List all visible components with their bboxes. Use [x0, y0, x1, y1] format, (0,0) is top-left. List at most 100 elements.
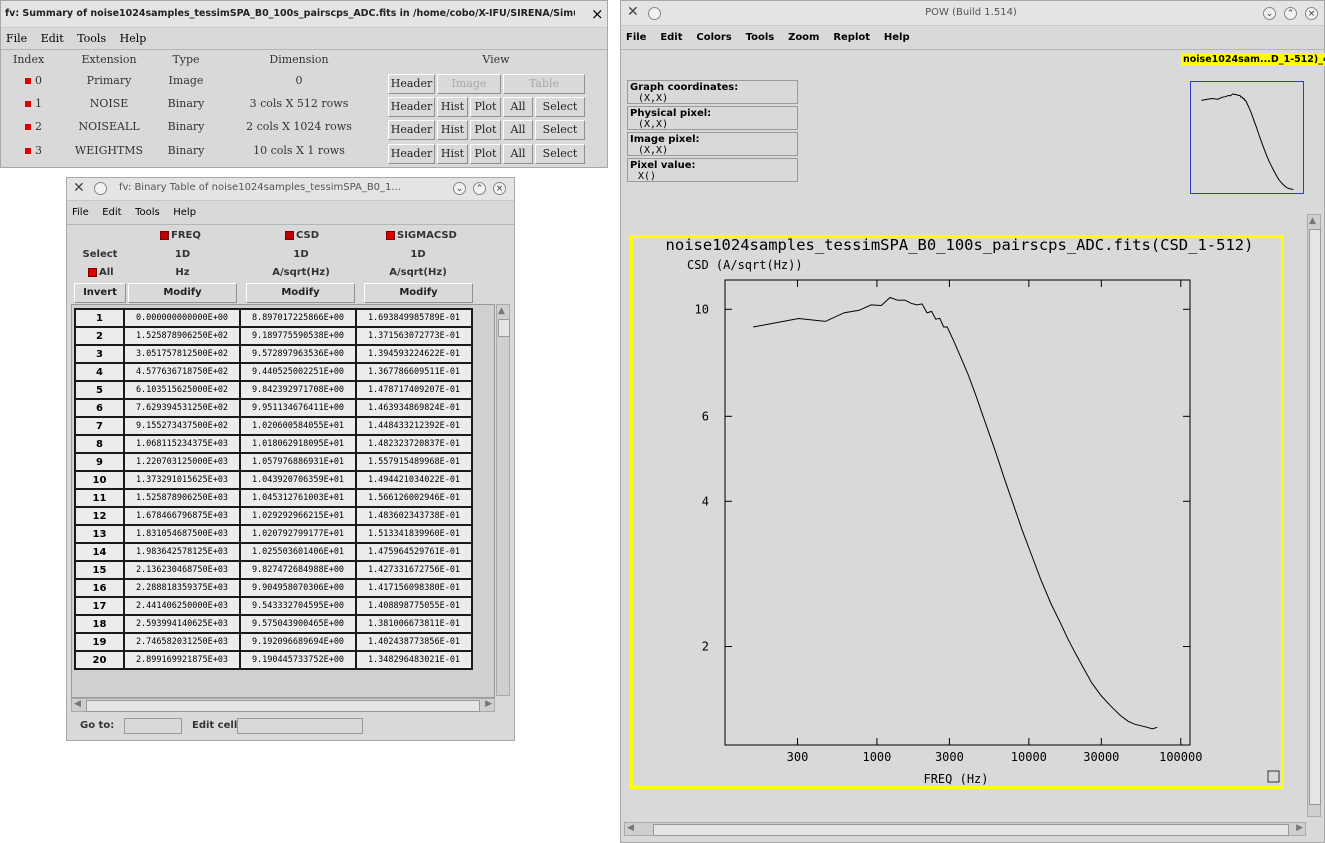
editcell-input[interactable] — [237, 718, 363, 734]
table-cell[interactable]: 1.043920706359E+01 — [239, 470, 357, 490]
close-icon[interactable]: × — [493, 182, 506, 195]
table-cell[interactable]: 1.371563072773E-01 — [355, 326, 473, 346]
menu-colors[interactable]: Colors — [691, 29, 736, 43]
pow-horizontal-scrollbar[interactable]: ◀ ▶ — [624, 822, 1306, 836]
csd-plot[interactable]: noise1024samples_tessimSPA_B0_100s_pairs… — [630, 233, 1285, 790]
row-2-select-button[interactable]: Select — [535, 120, 585, 140]
table-cell[interactable]: 1.475964529761E-01 — [355, 542, 473, 562]
close-icon[interactable]: × — [591, 5, 604, 23]
scrollbar-thumb[interactable] — [653, 824, 1289, 836]
table-cell[interactable]: 1.373291015625E+03 — [123, 470, 241, 490]
table-cell[interactable]: 6.103515625000E+02 — [123, 380, 241, 400]
table-cell[interactable]: 2.136230468750E+03 — [123, 560, 241, 580]
table-cell[interactable]: 9.575043900465E+00 — [239, 614, 357, 634]
table-cell[interactable]: 1.463934869824E-01 — [355, 398, 473, 418]
table-cell[interactable]: 1.025503601406E+01 — [239, 542, 357, 562]
menu-file[interactable]: File — [67, 204, 94, 218]
column-freq-checkbox[interactable]: FREQ — [160, 230, 210, 241]
close-icon[interactable]: × — [1305, 7, 1318, 20]
menu-help[interactable]: Help — [168, 204, 201, 218]
row-1-header-button[interactable]: Header — [388, 97, 435, 117]
table-cell[interactable]: 7.629394531250E+02 — [123, 398, 241, 418]
table-cell[interactable]: 1.525878906250E+02 — [123, 326, 241, 346]
table-cell[interactable]: 2.899169921875E+03 — [123, 650, 241, 670]
modify-sigmacsd-button[interactable]: Modify — [364, 283, 473, 303]
row-1-all-button[interactable]: All — [503, 97, 533, 117]
table-cell[interactable]: 1.068115234375E+03 — [123, 434, 241, 454]
table-cell[interactable]: 2.593994140625E+03 — [123, 614, 241, 634]
table-cell[interactable]: 1.408898775055E-01 — [355, 596, 473, 616]
row-0-index[interactable]: 0 — [25, 74, 55, 87]
scrollbar-thumb[interactable] — [1309, 229, 1321, 805]
table-cell[interactable]: 1.448433212392E-01 — [355, 416, 473, 436]
menu-file[interactable]: File — [1, 29, 32, 45]
table-cell[interactable]: 1.220703125000E+03 — [123, 452, 241, 472]
table-cell[interactable]: 1.513341839960E-01 — [355, 524, 473, 544]
row-1-hist-button[interactable]: Hist — [437, 97, 468, 117]
modify-freq-button[interactable]: Modify — [128, 283, 237, 303]
table-cell[interactable]: 1.394593224622E-01 — [355, 344, 473, 364]
row-2-plot-button[interactable]: Plot — [470, 120, 501, 140]
horizontal-scrollbar[interactable]: ◀ ▶ — [71, 698, 495, 712]
table-cell[interactable]: 1.417156098380E-01 — [355, 578, 473, 598]
table-cell[interactable]: 9.192096689694E+00 — [239, 632, 357, 652]
table-cell[interactable]: 1.018062918095E+01 — [239, 434, 357, 454]
maximize-icon[interactable]: ⌃ — [473, 182, 486, 195]
table-cell[interactable]: 1.045312761003E+01 — [239, 488, 357, 508]
menu-edit[interactable]: Edit — [36, 29, 69, 45]
graph-tag[interactable]: noise1024sam...D_1-512)_4 — [1181, 53, 1325, 66]
menu-tools[interactable]: Tools — [741, 29, 780, 43]
table-cell[interactable]: 1.402438773856E-01 — [355, 632, 473, 652]
row-2-hist-button[interactable]: Hist — [437, 120, 468, 140]
table-cell[interactable]: 1.494421034022E-01 — [355, 470, 473, 490]
table-cell[interactable]: 9.190445733752E+00 — [239, 650, 357, 670]
row-3-hist-button[interactable]: Hist — [437, 144, 468, 164]
table-cell[interactable]: 1.557915489968E-01 — [355, 452, 473, 472]
vertical-scrollbar[interactable]: ▲ — [496, 304, 510, 696]
sticky-icon[interactable] — [94, 182, 107, 195]
table-cell[interactable]: 8.897017225866E+00 — [239, 308, 357, 328]
table-cell[interactable]: 9.827472684988E+00 — [239, 560, 357, 580]
row-1-select-button[interactable]: Select — [535, 97, 585, 117]
table-cell[interactable]: 9.543332704595E+00 — [239, 596, 357, 616]
table-cell[interactable]: 1.029292966215E+01 — [239, 506, 357, 526]
scroll-left-icon[interactable]: ◀ — [74, 699, 81, 709]
row-3-plot-button[interactable]: Plot — [470, 144, 501, 164]
table-cell[interactable]: 1.427331672756E-01 — [355, 560, 473, 580]
select-all[interactable]: All — [88, 267, 128, 278]
table-cell[interactable]: 9.189775590538E+00 — [239, 326, 357, 346]
modify-csd-button[interactable]: Modify — [246, 283, 355, 303]
invert-button[interactable]: Invert — [74, 283, 126, 303]
table-cell[interactable]: 1.367786609511E-01 — [355, 362, 473, 382]
row-3-header-button[interactable]: Header — [388, 144, 435, 164]
row-2-index[interactable]: 2 — [25, 120, 55, 133]
scroll-up-icon[interactable]: ▲ — [498, 306, 505, 316]
row-3-index[interactable]: 3 — [25, 144, 55, 157]
summary-titlebar[interactable]: fv: Summary of noise1024samples_tessimSP… — [1, 1, 607, 28]
checkbox-sigmacsd[interactable] — [386, 230, 395, 240]
table-cell[interactable]: 2.441406250000E+03 — [123, 596, 241, 616]
table-cell[interactable]: 1.482323720837E-01 — [355, 434, 473, 454]
table-cell[interactable]: 1.693849985789E-01 — [355, 308, 473, 328]
scroll-right-icon[interactable]: ▶ — [485, 699, 492, 709]
table-cell[interactable]: 2.746582031250E+03 — [123, 632, 241, 652]
menu-edit[interactable]: Edit — [655, 29, 687, 43]
minimize-icon[interactable]: ⌄ — [1263, 7, 1276, 20]
row-1-plot-button[interactable]: Plot — [470, 97, 501, 117]
table-cell[interactable]: 2.288818359375E+03 — [123, 578, 241, 598]
checkbox-all[interactable] — [88, 267, 97, 277]
table-cell[interactable]: 9.842392971708E+00 — [239, 380, 357, 400]
row-0-image-button[interactable]: Image — [437, 74, 501, 94]
table-cell[interactable]: 1.057976886931E+01 — [239, 452, 357, 472]
row-0-header-button[interactable]: Header — [388, 74, 435, 94]
table-cell[interactable]: 9.440525002251E+00 — [239, 362, 357, 382]
table-cell[interactable]: 1.483602343738E-01 — [355, 506, 473, 526]
menu-replot[interactable]: Replot — [828, 29, 875, 43]
table-cell[interactable]: 1.678466796875E+03 — [123, 506, 241, 526]
checkbox-freq[interactable] — [160, 230, 169, 240]
row-3-all-button[interactable]: All — [503, 144, 533, 164]
menu-help[interactable]: Help — [879, 29, 915, 43]
scroll-left-icon[interactable]: ◀ — [627, 823, 634, 833]
menu-file[interactable]: File — [621, 29, 651, 43]
sticky-icon[interactable] — [648, 7, 661, 20]
